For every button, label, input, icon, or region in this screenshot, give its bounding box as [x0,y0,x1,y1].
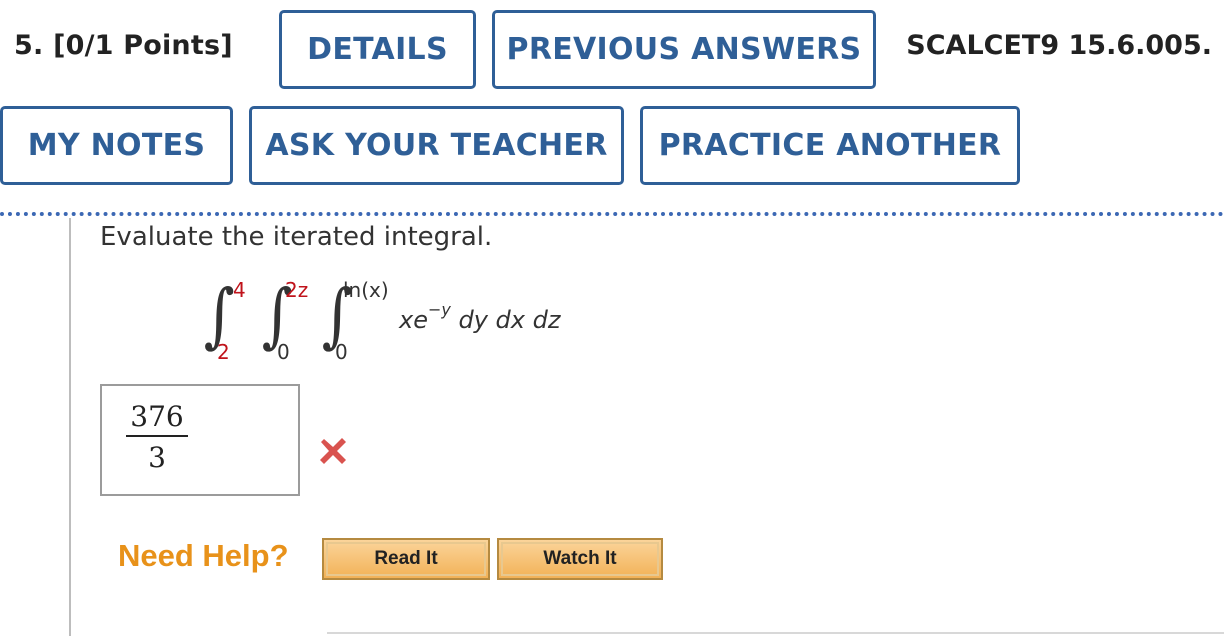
question-number: 5. [14,30,44,61]
previous-answers-button[interactable]: PREVIOUS ANSWERS [492,10,876,89]
watch-it-button[interactable]: Watch It [497,538,663,580]
middle-lower-limit: 0 [277,340,290,364]
need-help-label: Need Help? [118,538,289,573]
integrand: xe−y dy dx dz [399,300,561,334]
bottom-divider [327,632,1224,634]
outer-upper-limit: 4 [233,278,246,302]
my-notes-button[interactable]: MY NOTES [0,106,233,185]
x-mark-icon [320,438,346,464]
differentials: dy dx dz [458,306,561,334]
answer-box[interactable]: 376 3 [100,384,300,496]
integrand-exponent: −y [427,300,451,319]
iterated-integral: ∫ 4 2 ∫ 2z 0 ∫ ln(x) 0 xe−y dy dx dz [195,268,615,368]
inner-lower-limit: 0 [335,340,348,364]
practice-another-button[interactable]: PRACTICE ANOTHER [640,106,1020,185]
inner-upper-limit: ln(x) [343,278,389,302]
integrand-base: xe [399,306,428,334]
problem-code: SCALCET9 15.6.005. [906,30,1212,61]
answer-fraction: 376 3 [124,400,190,474]
section-divider [0,212,1224,216]
question-left-border [69,218,71,636]
question-header: 5. [0/1 Points] [14,30,233,61]
outer-lower-limit: 2 [217,340,230,364]
ask-your-teacher-button[interactable]: ASK YOUR TEACHER [249,106,624,185]
answer-numerator: 376 [130,400,184,433]
answer-denominator: 3 [148,441,166,474]
question-prompt: Evaluate the iterated integral. [100,222,493,252]
read-it-button[interactable]: Read It [322,538,490,580]
middle-upper-limit: 2z [285,278,309,302]
points-label: [0/1 Points] [53,30,233,61]
details-button[interactable]: DETAILS [279,10,476,89]
